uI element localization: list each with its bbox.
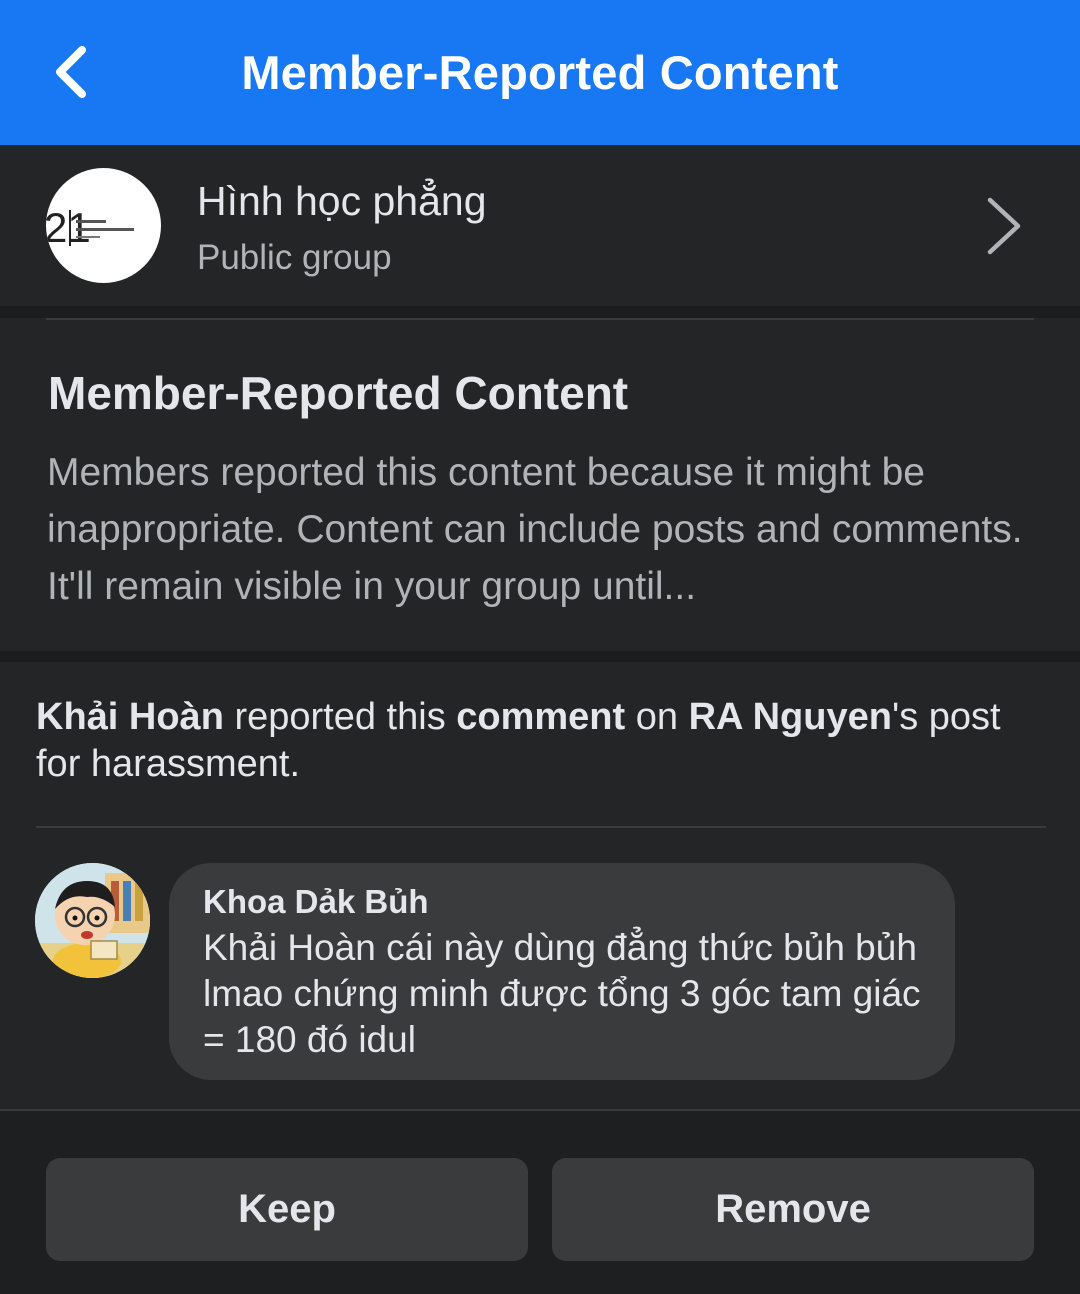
chevron-right-icon [987,197,1021,255]
comment-bubble[interactable]: Khoa Dảk Bủh Khải Hoàn cái này dùng đẳng… [169,863,955,1080]
remove-button[interactable]: Remove [552,1158,1034,1261]
page-title: Member-Reported Content [241,46,839,99]
comment-text: Khải Hoàn cái này dùng đẳng thức bủh bủh… [203,927,921,1060]
chevron-left-icon [56,46,86,98]
info-card: Member-Reported Content Members reported… [0,318,1080,651]
action-bar: Keep Remove [0,1111,1080,1294]
group-avatar: 21 [46,168,161,283]
comment-author[interactable]: Khoa Dảk Bủh [203,883,429,921]
divider [36,826,1046,828]
report-summary: Khải Hoàn reported this comment on RA Ng… [36,694,1036,788]
divider [46,318,1034,320]
report-text: reported this [223,696,457,738]
group-name: Hình học phẳng [197,178,487,224]
top-navigation-bar: Member-Reported Content [0,0,1080,145]
post-author-name[interactable]: RA Nguyen [689,696,892,738]
section-separator [0,306,1080,318]
info-title: Member-Reported Content [48,367,629,419]
group-header-row[interactable]: 21 Hình học phẳng Public group [0,148,1080,306]
section-separator [0,651,1080,662]
report-text-on: on [625,696,689,738]
keep-button[interactable]: Keep [46,1158,528,1261]
reporter-name[interactable]: Khải Hoàn [36,696,224,738]
group-privacy: Public group [197,238,392,277]
avatar-number: 21 [46,204,91,251]
back-button[interactable] [40,40,100,104]
info-description: Members reported this content because it… [47,451,1023,608]
reported-content-type[interactable]: comment [456,696,625,738]
commenter-avatar[interactable] [35,863,150,978]
